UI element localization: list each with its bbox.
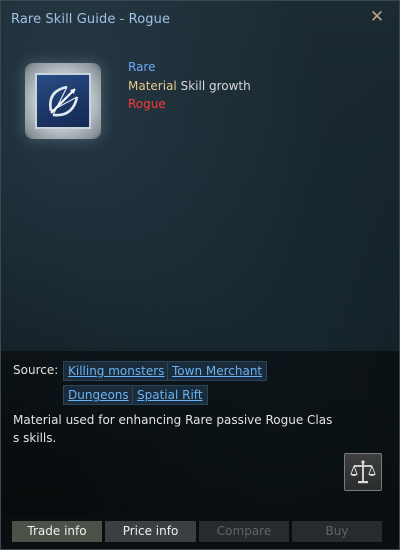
source-label: Source:	[13, 363, 59, 377]
buy-button[interactable]: Buy	[292, 521, 382, 542]
scale-icon[interactable]	[344, 453, 382, 491]
item-type-label: Material	[128, 78, 177, 93]
item-type-value: Skill growth	[180, 78, 251, 93]
compare-button[interactable]: Compare	[199, 521, 289, 542]
source-link-spatial-rift[interactable]: Spatial Rift	[132, 385, 208, 405]
source-link-town-merchant[interactable]: Town Merchant	[167, 361, 268, 381]
item-meta: Rare Material Skill growth Rogue	[128, 58, 251, 114]
close-icon[interactable]: ✕	[369, 9, 385, 26]
title-bar: Rare Skill Guide - Rogue ✕	[1, 1, 399, 39]
trade-info-button[interactable]: Trade info	[12, 521, 102, 542]
price-info-button[interactable]: Price info	[105, 521, 196, 542]
item-class: Rogue	[128, 97, 166, 111]
source-link-dungeons[interactable]: Dungeons	[63, 385, 134, 405]
window-title: Rare Skill Guide - Rogue	[11, 12, 171, 27]
item-type-line: Material Skill growth	[128, 77, 251, 96]
item-grade: Rare	[128, 60, 156, 74]
item-description: Material used for enhancing Rare passive…	[13, 413, 333, 445]
bow-icon	[35, 73, 91, 129]
source-link-killing-monsters[interactable]: Killing monsters	[63, 361, 170, 381]
item-icon-frame	[25, 63, 101, 139]
item-tooltip-window: Rare Skill Guide - Rogue ✕ Rare Material…	[0, 0, 400, 550]
